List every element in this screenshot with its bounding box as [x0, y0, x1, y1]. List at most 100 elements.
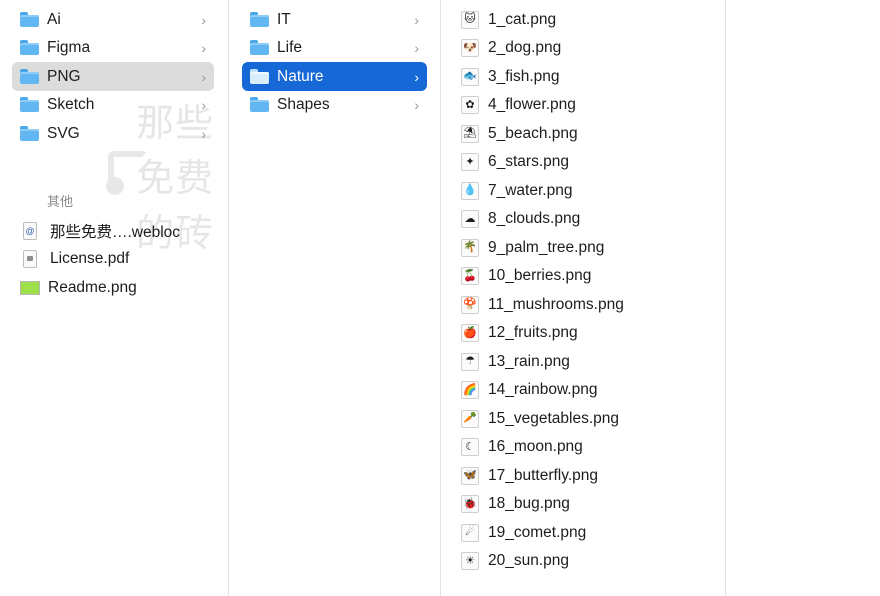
folder-label: Life [277, 38, 302, 56]
watermark-logo-icon [106, 151, 149, 197]
chevron-right-icon: › [201, 125, 206, 142]
folder-item-nature[interactable]: Nature › [242, 62, 427, 91]
file-item-png[interactable]: 🍎 12_fruits.png [461, 319, 711, 348]
folder-label: Figma [47, 38, 91, 56]
chevron-right-icon: › [414, 96, 419, 113]
file-item-png[interactable]: 💧 7_water.png [461, 176, 711, 205]
file-item-png[interactable]: ✿ 4_flower.png [461, 91, 711, 120]
chevron-right-icon: › [201, 96, 206, 113]
file-label: 那些免费….webloc [50, 223, 181, 241]
png-thumbnail-icon: 🐶 [461, 39, 479, 57]
file-item-png[interactable]: ☁ 8_clouds.png [461, 205, 711, 234]
sidebar-folder-svg[interactable]: SVG › [12, 119, 214, 148]
folder-icon [250, 40, 269, 55]
png-thumbnail-icon: 🐱 [461, 10, 479, 29]
png-thumbnail-icon: ☄ [461, 523, 479, 542]
png-thumbnail-icon: 🥕 [461, 409, 479, 428]
chevron-right-icon: › [414, 39, 419, 56]
file-item-readme[interactable]: Readme.png [12, 273, 214, 302]
file-item-png[interactable]: ☄ 19_comet.png [461, 518, 711, 547]
column-png: IT › Life › Nature › Shapes › [228, 0, 441, 596]
sidebar-folder-png[interactable]: PNG › [12, 62, 214, 91]
file-label: 5_beach.png [488, 124, 578, 142]
file-label: 2_dog.png [488, 39, 562, 56]
folder-icon [20, 69, 39, 84]
file-item-png[interactable]: 🦋 17_butterfly.png [461, 461, 711, 490]
section-title-other: 其他 [47, 194, 74, 209]
sidebar-folder-sketch[interactable]: Sketch › [12, 90, 214, 119]
file-label: 7_water.png [488, 181, 573, 199]
png-thumbnail-icon: ⛱ [461, 124, 479, 143]
folder-icon [20, 97, 39, 112]
folder-icon [250, 69, 269, 84]
file-item-png[interactable]: 🐱 1_cat.png [461, 5, 711, 34]
file-item-png[interactable]: 🌴 9_palm_tree.png [461, 233, 711, 262]
file-item-license[interactable]: License.pdf [12, 244, 214, 273]
file-label: 8_clouds.png [488, 210, 581, 227]
file-item-png[interactable]: 🐶 2_dog.png [461, 34, 711, 63]
folder-label: PNG [47, 67, 81, 85]
file-label: 6_stars.png [488, 153, 569, 170]
file-item-png[interactable]: 🍒 10_berries.png [461, 262, 711, 291]
file-item-png[interactable]: 🍄 11_mushrooms.png [461, 290, 711, 319]
file-item-png[interactable]: 🐟 3_fish.png [461, 62, 711, 91]
file-item-png[interactable]: ☾ 16_moon.png [461, 433, 711, 462]
png-thumbnail-icon: 🦋 [461, 466, 479, 485]
folder-item-life[interactable]: Life › [242, 33, 427, 62]
column-nature: 🐱 1_cat.png 🐶 2_dog.png 🐟 3_fish.png ✿ 4_flower… [440, 0, 726, 596]
file-label: 1_cat.png [488, 10, 557, 28]
file-label: 20_sun.png [488, 552, 570, 569]
png-thumbnail-icon: 🌈 [461, 381, 479, 399]
file-item-png[interactable]: ✦ 6_stars.png [461, 148, 711, 177]
png-thumbnail-icon: ☾ [461, 438, 479, 456]
file-label: 19_comet.png [488, 523, 587, 541]
file-item-png[interactable]: ☀ 20_sun.png [461, 547, 711, 576]
file-item-png[interactable]: 🥕 15_vegetables.png [461, 404, 711, 433]
chevron-right-icon: › [414, 68, 419, 85]
folder-item-shapes[interactable]: Shapes › [242, 90, 427, 119]
file-label: 9_palm_tree.png [488, 238, 605, 256]
chevron-right-icon: › [201, 39, 206, 56]
file-label: 16_moon.png [488, 438, 583, 455]
weblink-doc-icon: @ [23, 221, 37, 240]
png-thumbnail-icon: 🍎 [461, 324, 479, 342]
png-thumbnail-icon: 🌴 [461, 238, 479, 257]
folder-item-it[interactable]: IT › [242, 5, 427, 34]
folder-icon [20, 40, 39, 55]
png-thumbnail-icon: ☁ [461, 210, 479, 228]
file-item-webloc[interactable]: @ 那些免费….webloc [12, 216, 214, 245]
png-thumbnail-icon: ✿ [461, 96, 479, 114]
png-thumbnail-icon: 🐟 [461, 67, 479, 86]
file-label: 3_fish.png [488, 67, 560, 85]
watermark: 那些免费的砖 [106, 103, 228, 255]
folder-label: IT [277, 10, 291, 28]
png-thumbnail-icon: ☀ [461, 552, 479, 570]
file-label: 15_vegetables.png [488, 409, 620, 427]
chevron-right-icon: › [201, 68, 206, 85]
png-thumbnail-icon: 🍒 [461, 267, 479, 285]
file-label: 10_berries.png [488, 267, 592, 284]
folder-icon [20, 126, 39, 141]
folder-icon [20, 12, 39, 27]
file-item-png[interactable]: ☂ 13_rain.png [461, 347, 711, 376]
pdf-doc-icon [23, 249, 37, 268]
file-label: 17_butterfly.png [488, 466, 599, 484]
file-label: Readme.png [48, 278, 137, 296]
file-item-png[interactable]: ⛱ 5_beach.png [461, 119, 711, 148]
file-label: 18_bug.png [488, 495, 570, 512]
png-thumbnail-icon: 💧 [461, 181, 479, 200]
png-thumbnail-icon: 🍄 [461, 295, 479, 314]
png-thumbnail-icon: ✦ [461, 153, 479, 171]
file-item-png[interactable]: 🐞 18_bug.png [461, 490, 711, 519]
sidebar-folder-ai[interactable]: Ai › [12, 5, 214, 34]
column-root: Ai › Figma › PNG › Sketch › SVG › 那些免费的砖… [0, 0, 228, 596]
folder-label: Nature [277, 67, 324, 85]
file-item-png[interactable]: 🌈 14_rainbow.png [461, 376, 711, 405]
folder-label: SVG [47, 124, 80, 142]
sidebar-folder-figma[interactable]: Figma › [12, 33, 214, 62]
file-label: License.pdf [50, 249, 130, 267]
folder-label: Shapes [277, 95, 330, 113]
file-label: 11_mushrooms.png [488, 295, 624, 313]
image-thumbnail-icon [20, 280, 40, 295]
column-preview [725, 0, 880, 596]
